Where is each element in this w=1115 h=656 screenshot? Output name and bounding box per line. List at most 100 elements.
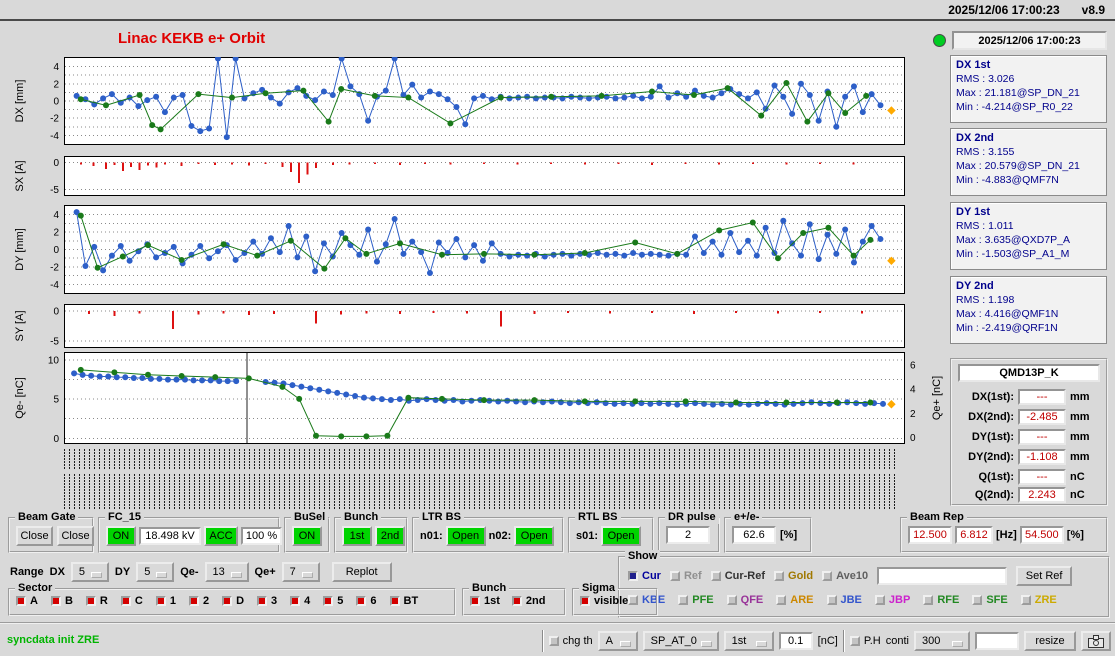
sector-checkbox-2[interactable]: 2 (188, 595, 209, 607)
conti-entry[interactable] (975, 632, 1019, 650)
sector-select[interactable]: A (597, 631, 638, 651)
show-cur-checkbox[interactable]: Cur (628, 570, 661, 582)
fc15-kv-field[interactable]: 18.498 kV (139, 527, 201, 545)
threshold-field[interactable]: 0.1 (778, 632, 813, 650)
titlebar-version: v8.9 (1081, 2, 1105, 17)
range-dx-select[interactable]: 5 (70, 562, 109, 582)
sector-checkbox-3[interactable]: 3 (257, 595, 277, 607)
sector-checkbox-a[interactable]: A (16, 595, 38, 607)
beam-gate-close-button-2[interactable]: Close (57, 526, 94, 546)
sector-checkbox-r[interactable]: R (85, 595, 108, 607)
eratio-field[interactable]: 62.6 (732, 526, 776, 544)
range-qe-plus-select[interactable]: 7 (281, 562, 320, 582)
show-ref-checkbox[interactable]: Ref (669, 570, 702, 582)
show-ave10-checkbox[interactable]: Ave10 (822, 570, 868, 582)
show-gold-checkbox[interactable]: Gold (774, 570, 813, 582)
rtl-s01-open-button[interactable]: Open (601, 526, 642, 546)
bpm-labels-row-1 (64, 448, 897, 470)
sector-checkbox-4[interactable]: 4 (290, 595, 310, 607)
bunch-select-frame: Bunch 1st 2nd (462, 582, 566, 616)
replot-button[interactable]: Replot (331, 562, 392, 582)
bunch-2nd-checkbox[interactable]: 2nd (511, 595, 545, 607)
range-dy-select[interactable]: 5 (136, 562, 175, 582)
bunch-2nd-button[interactable]: 2nd (375, 526, 405, 546)
svg-text:2: 2 (53, 228, 59, 239)
ltr-n02-open-button[interactable]: Open (514, 526, 555, 546)
chg-th-checkbox[interactable]: chg th (548, 635, 593, 647)
sector-checkbox-1[interactable]: 1 (155, 595, 176, 607)
rtl-s01-label: s01: (576, 530, 599, 542)
timestamp-box: 2025/12/06 17:00:23 (952, 31, 1107, 50)
show-jbp-checkbox[interactable]: JBP (874, 594, 911, 606)
sector-checkbox-b[interactable]: B (50, 595, 73, 607)
sigma-label: visible (594, 595, 629, 607)
bpm-select[interactable]: SP_AT_0 (642, 631, 719, 651)
show-frame: Show Cur Ref Cur-Ref Gold Ave10 Set Ref … (618, 550, 1110, 618)
show-sfe-label: SFE (986, 594, 1008, 606)
svg-text:4: 4 (910, 385, 916, 396)
range-qe-plus-label: Qe+ (254, 566, 276, 578)
beam-gate-close-button-1[interactable]: Close (16, 526, 53, 546)
screenshot-button[interactable] (1081, 631, 1111, 651)
ref-name-input[interactable] (877, 567, 1008, 585)
page-title: Linac KEKB e+ Orbit (118, 30, 266, 47)
fc15-acc-button[interactable]: ACC (204, 526, 238, 546)
beam-rep-field-1[interactable]: 12.500 (908, 526, 952, 544)
show-cur-ref-label: Cur-Ref (724, 570, 766, 582)
show-jbp-label: JBP (888, 594, 911, 606)
fc15-percent-field[interactable]: 100 % (241, 527, 282, 545)
show-zre-checkbox[interactable]: ZRE (1020, 594, 1057, 606)
stat-title: DX 1st (956, 59, 991, 71)
sector-checkbox-6[interactable]: 6 (356, 595, 377, 607)
beam-rep-field-3[interactable]: 54.500 (1019, 526, 1064, 544)
qmd-row-value: --- (1018, 389, 1066, 405)
beam-rep-field-2[interactable]: 6.812 (955, 526, 993, 544)
checkbox-indicator (548, 636, 559, 646)
sector-label: C (134, 595, 143, 607)
show-jbe-checkbox[interactable]: JBE (826, 594, 862, 606)
checkbox-indicator (776, 595, 787, 605)
checkbox-indicator (222, 596, 233, 606)
show-rfe-checkbox[interactable]: RFE (923, 594, 959, 606)
fc15-on-button[interactable]: ON (106, 526, 136, 546)
bunch-select[interactable]: 1st (723, 631, 774, 651)
dr-pulse-field[interactable]: 2 (666, 526, 710, 544)
sector-checkbox-bt[interactable]: BT (389, 595, 418, 607)
show-qfe-checkbox[interactable]: QFE (726, 594, 763, 606)
sector-label: R (99, 595, 108, 607)
sector-checkbox-d[interactable]: D (222, 595, 244, 607)
show-are-checkbox[interactable]: ARE (776, 594, 814, 606)
sigma-visible-checkbox[interactable]: visible (580, 595, 628, 607)
beam-gate-frame: Beam Gate Close Close (8, 511, 94, 553)
bunch-1st-checkbox[interactable]: 1st (470, 595, 500, 607)
bunch-1st-button[interactable]: 1st (342, 526, 372, 546)
sector-checkbox-c[interactable]: C (120, 595, 143, 607)
svg-text:DY [mm]: DY [mm] (14, 228, 26, 271)
svg-text:2: 2 (53, 79, 59, 90)
resize-button[interactable]: resize (1024, 631, 1076, 651)
show-rfe-label: RFE (937, 594, 960, 606)
sector-checkbox-5[interactable]: 5 (323, 595, 343, 607)
svg-text:4: 4 (53, 210, 59, 221)
show-ref-label: Ref (683, 570, 702, 582)
checkbox-indicator (50, 596, 61, 606)
svg-text:0: 0 (53, 434, 59, 444)
ltr-n01-open-button[interactable]: Open (445, 526, 486, 546)
qmd-row-value: --- (1018, 429, 1066, 445)
ph-checkbox[interactable]: P.H (849, 635, 881, 647)
checkbox-indicator (1020, 595, 1031, 605)
dr-pulse-frame: DR pulse 2 (658, 511, 720, 553)
status-bar-controls: chg th A SP_AT_0 1st 0.1 [nC] P.H conti … (541, 630, 1111, 652)
show-pfe-checkbox[interactable]: PFE (678, 594, 714, 606)
conti-count-select[interactable]: 300 (914, 631, 970, 651)
set-ref-button[interactable]: Set Ref (1016, 566, 1073, 586)
ltr-bs-frame: LTR BS n01: Open n02: Open (412, 511, 564, 553)
busel-on-button[interactable]: ON (292, 526, 322, 546)
range-qe-minus-select[interactable]: 13 (204, 562, 249, 582)
sx-steering-chart: 0 -5 SX [A] (8, 156, 948, 196)
show-cur-ref-checkbox[interactable]: Cur-Ref (710, 570, 766, 582)
eratio-frame: e+/e- 62.6 [%] (724, 511, 812, 553)
show-cur-label: Cur (642, 570, 661, 582)
show-sfe-checkbox[interactable]: SFE (972, 594, 1008, 606)
svg-text:6: 6 (910, 361, 916, 372)
